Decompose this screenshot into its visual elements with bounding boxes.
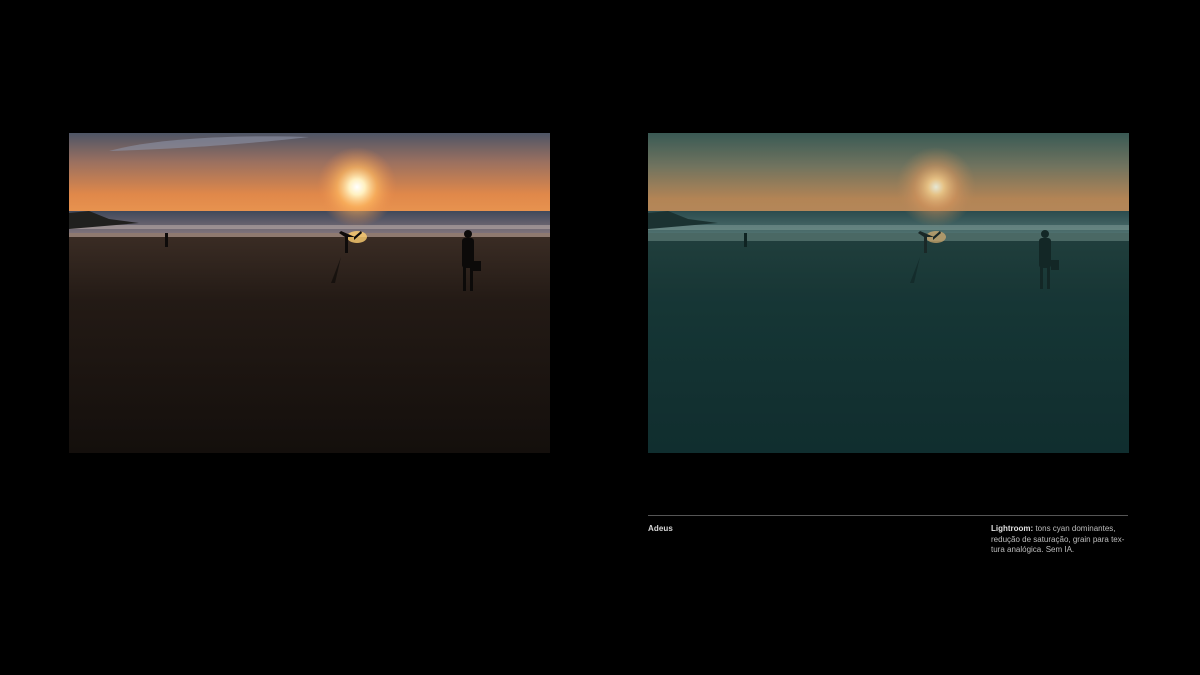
edited-photo-image <box>648 133 1129 453</box>
edit-note-label: Lightroom: <box>991 524 1034 533</box>
comparison-slide: Adeus Lightroom: tons cyan dominantes, r… <box>0 0 1200 675</box>
photo-title: Adeus <box>648 524 673 533</box>
edited-photo <box>648 133 1129 453</box>
original-photo-image <box>69 133 550 453</box>
caption-divider <box>648 515 1128 516</box>
edit-note: Lightroom: tons cyan dominantes, redução… <box>991 524 1131 556</box>
original-photo <box>69 133 550 453</box>
